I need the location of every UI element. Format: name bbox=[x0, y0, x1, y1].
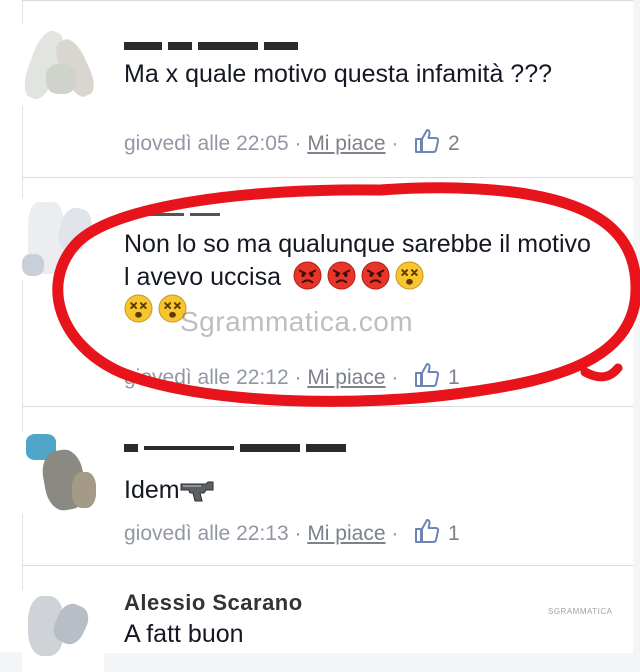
comment-text: A fatt buon bbox=[124, 620, 244, 648]
comment-time[interactable]: giovedì alle 22:13 bbox=[124, 522, 289, 545]
like-count[interactable]: 1 bbox=[448, 522, 460, 545]
comment-text-content: Idem bbox=[124, 476, 180, 504]
author-name-redacted[interactable] bbox=[124, 434, 352, 456]
author-name-redacted[interactable] bbox=[124, 200, 226, 222]
meta-separator: · bbox=[391, 522, 405, 545]
comment-feed: Ma x quale motivo questa infamità ??? gi… bbox=[0, 0, 640, 672]
comment-meta: giovedì alle 22:12 · Mi piace · 1 bbox=[124, 362, 460, 394]
author-name[interactable]: Alessio Scarano bbox=[124, 590, 303, 615]
meta-separator: · bbox=[294, 366, 308, 389]
thumbs-up-icon[interactable] bbox=[414, 362, 440, 394]
like-count[interactable]: 1 bbox=[448, 366, 460, 389]
avatar[interactable] bbox=[22, 590, 104, 672]
comment-time[interactable]: giovedì alle 22:12 bbox=[124, 366, 289, 389]
angry-face-icon bbox=[293, 261, 322, 290]
comment-text: Ma x quale motivo questa infamità ??? bbox=[124, 60, 553, 88]
thumbs-up-icon[interactable] bbox=[414, 518, 440, 550]
thumbs-up-icon[interactable] bbox=[414, 128, 440, 160]
angry-face-icon bbox=[361, 261, 390, 290]
angry-face-icon bbox=[327, 261, 356, 290]
comment-time[interactable]: giovedì alle 22:05 bbox=[124, 132, 289, 155]
like-link[interactable]: Mi piace bbox=[307, 132, 385, 155]
meta-separator: · bbox=[391, 132, 405, 155]
meta-separator: · bbox=[294, 132, 308, 155]
corner-watermark: SGRAMMATICA bbox=[548, 607, 613, 616]
dizzy-face-icon bbox=[124, 294, 153, 323]
comment-meta: giovedì alle 22:13 · Mi piace · 1 bbox=[124, 518, 460, 550]
like-count[interactable]: 2 bbox=[448, 132, 460, 155]
meta-separator: · bbox=[294, 522, 308, 545]
comment-meta: giovedì alle 22:05 · Mi piace · 2 bbox=[124, 128, 460, 160]
like-link[interactable]: Mi piace bbox=[307, 366, 385, 389]
meta-separator: · bbox=[391, 366, 405, 389]
like-link[interactable]: Mi piace bbox=[307, 522, 385, 545]
pistol-icon bbox=[180, 479, 214, 508]
avatar[interactable] bbox=[22, 198, 104, 280]
comment-text-content: Non lo so ma qualunque sarebbe il motivo… bbox=[124, 230, 591, 291]
author-name-redacted[interactable] bbox=[124, 32, 304, 54]
comment-text: Idem bbox=[124, 474, 594, 508]
dizzy-face-icon bbox=[395, 261, 424, 290]
avatar[interactable] bbox=[22, 432, 104, 514]
avatar[interactable] bbox=[22, 24, 104, 106]
watermark: Sgrammatica.com bbox=[180, 306, 414, 337]
